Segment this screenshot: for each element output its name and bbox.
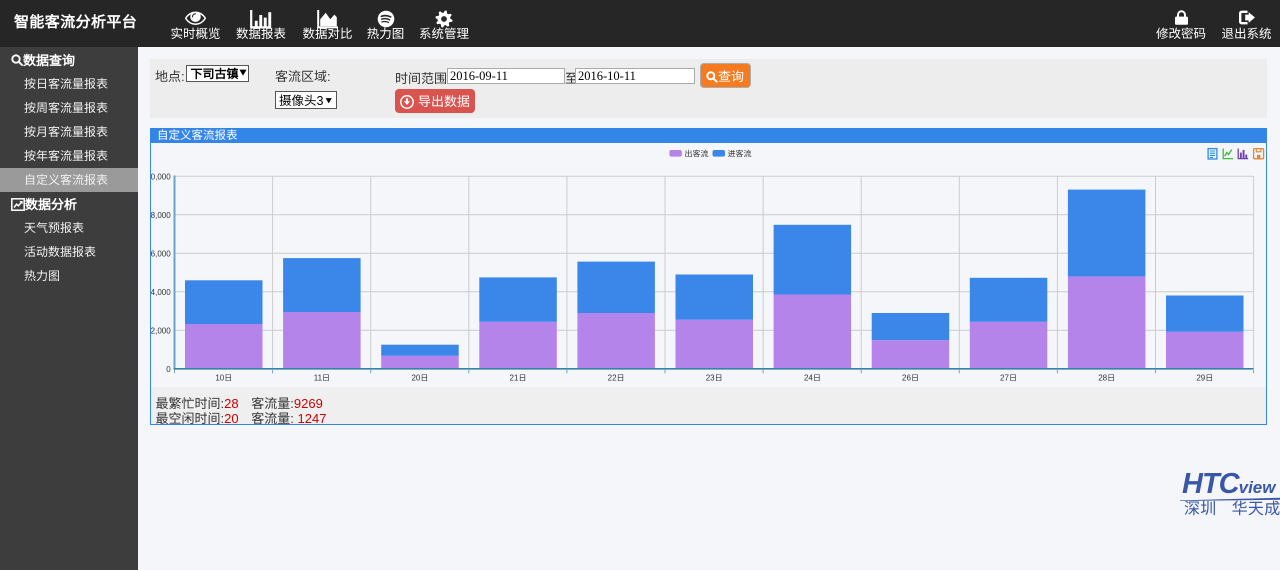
svg-text:26日: 26日: [902, 373, 919, 382]
svg-text:21日: 21日: [510, 373, 527, 382]
svg-text:10,000: 10,000: [151, 172, 171, 181]
svg-text:10日: 10日: [215, 373, 232, 382]
svg-text:8,000: 8,000: [151, 211, 171, 220]
svg-text:4,000: 4,000: [151, 288, 171, 297]
svg-text:11日: 11日: [314, 373, 330, 382]
svg-text:进客流: 进客流: [728, 150, 752, 159]
svg-text:6,000: 6,000: [151, 249, 171, 258]
svg-text:23日: 23日: [706, 373, 723, 382]
svg-text:24日: 24日: [804, 373, 821, 382]
svg-text:20日: 20日: [411, 373, 428, 382]
svg-text:28日: 28日: [1098, 373, 1115, 382]
svg-text:出客流: 出客流: [685, 150, 709, 159]
svg-text:2,000: 2,000: [151, 326, 171, 335]
svg-text:29日: 29日: [1196, 373, 1213, 382]
svg-text:27日: 27日: [1000, 373, 1017, 382]
svg-text:22日: 22日: [608, 373, 625, 382]
svg-text:0: 0: [166, 365, 171, 374]
